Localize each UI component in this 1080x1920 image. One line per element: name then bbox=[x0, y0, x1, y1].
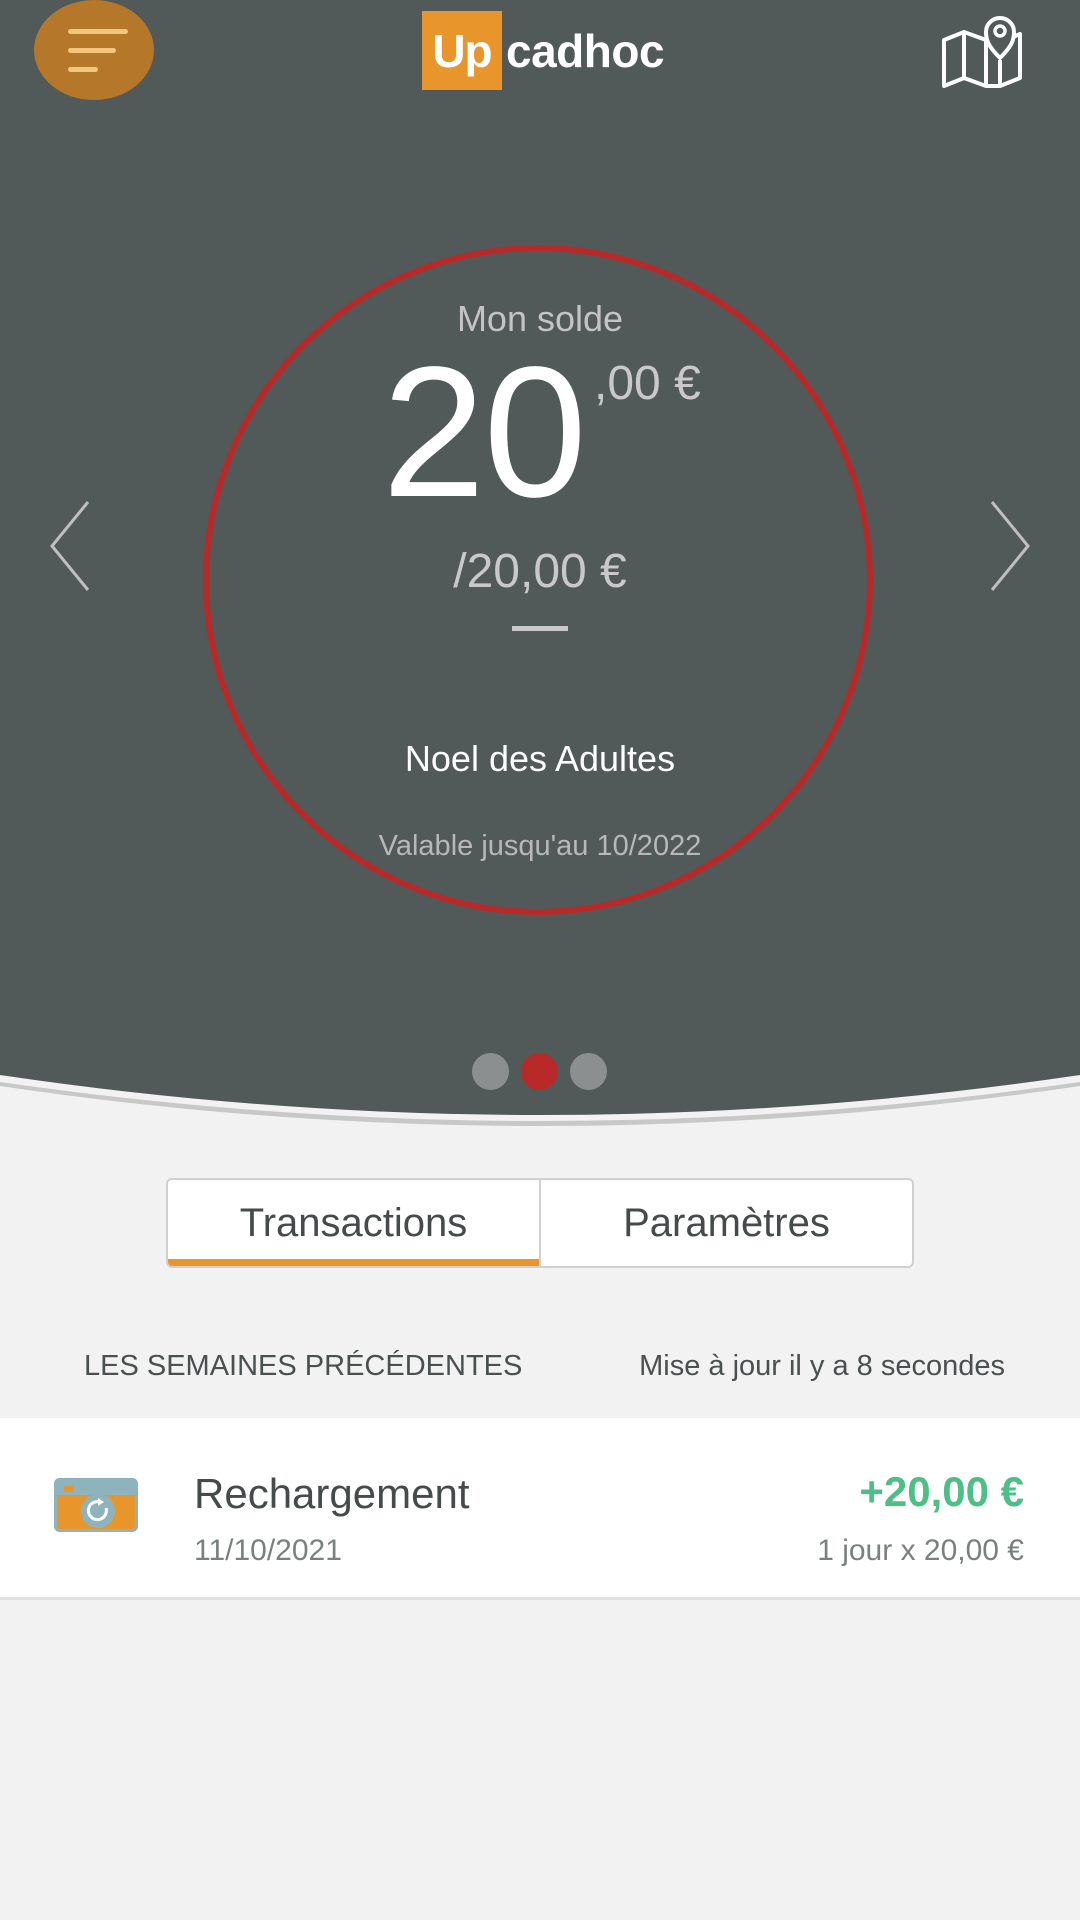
section-title: LES SEMAINES PRÉCÉDENTES bbox=[84, 1350, 523, 1382]
transaction-title: Rechargement bbox=[194, 1470, 470, 1517]
balance-amount-decimal: ,00 € bbox=[594, 357, 701, 410]
recharge-icon bbox=[54, 1478, 138, 1532]
carousel-dot[interactable] bbox=[570, 1053, 607, 1090]
menu-line bbox=[68, 47, 116, 53]
map-icon[interactable] bbox=[940, 12, 1024, 90]
logo-text: cadhoc bbox=[506, 24, 665, 77]
card-name: Noel des Adultes bbox=[404, 738, 676, 779]
balance-amount-total: /20,00 € bbox=[453, 545, 627, 598]
app-logo: Up cadhoc bbox=[422, 11, 665, 90]
balance-hero: Up cadhoc Mon solde 20 ,00 € /20,00 € No… bbox=[0, 0, 1080, 1130]
transactions-section-header: LES SEMAINES PRÉCÉDENTES Mise à jour il … bbox=[0, 1350, 1080, 1390]
menu-line bbox=[68, 28, 128, 34]
last-updated-text: Mise à jour il y a 8 secondes bbox=[639, 1350, 1005, 1382]
carousel-dot[interactable] bbox=[472, 1053, 509, 1090]
balance-separator bbox=[512, 626, 568, 631]
tab-parametres[interactable]: Paramètres bbox=[539, 1180, 912, 1266]
tab-transactions[interactable]: Transactions bbox=[168, 1180, 539, 1266]
carousel-dots bbox=[472, 1053, 607, 1090]
menu-button[interactable] bbox=[34, 0, 154, 100]
transaction-date: 11/10/2021 bbox=[194, 1534, 342, 1567]
transaction-row[interactable]: Rechargement 11/10/2021 +20,00 € 1 jour … bbox=[0, 1418, 1080, 1600]
tab-bar: Transactions Paramètres bbox=[166, 1178, 914, 1268]
transaction-detail: 1 jour x 20,00 € bbox=[817, 1534, 1024, 1567]
logo-mark: Up bbox=[422, 11, 502, 90]
menu-line bbox=[68, 66, 98, 72]
carousel-dot-active[interactable] bbox=[521, 1053, 558, 1090]
transaction-amount: +20,00 € bbox=[859, 1468, 1024, 1515]
balance-amount-integer: 20 bbox=[382, 329, 587, 536]
card-validity: Valable jusqu'au 10/2022 bbox=[378, 830, 702, 862]
